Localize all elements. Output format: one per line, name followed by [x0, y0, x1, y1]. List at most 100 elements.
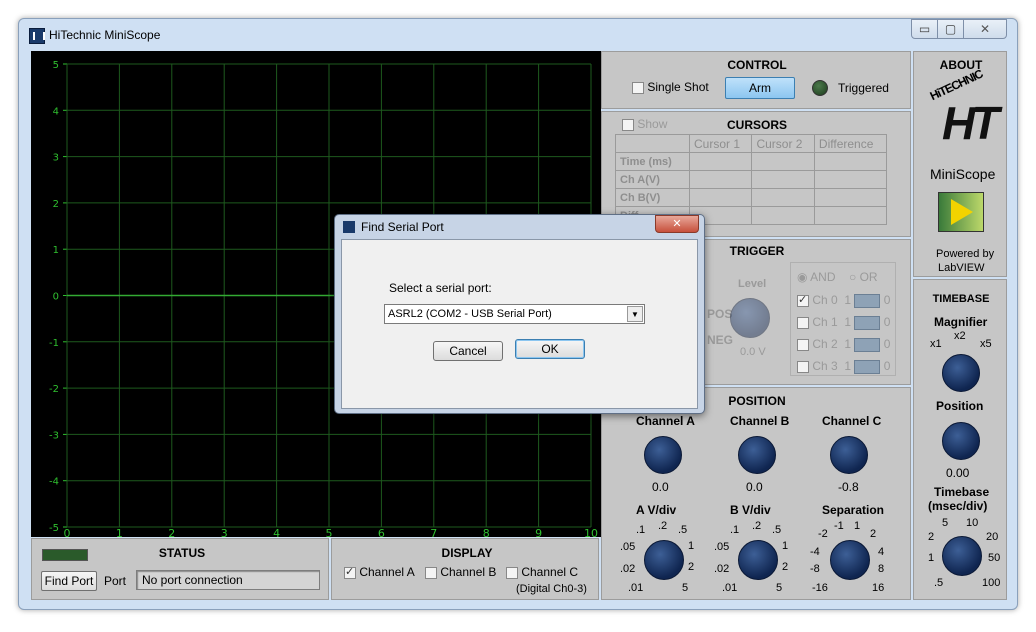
channel-a-position-knob[interactable]	[644, 436, 682, 474]
port-field: No port connection	[136, 570, 320, 590]
display-panel: DISPLAY Channel A Channel B Channel C (D…	[331, 538, 599, 600]
port-label: Port	[104, 574, 127, 588]
timebase-unit: (msec/div)	[928, 499, 988, 513]
level-label: Level	[738, 278, 767, 290]
and-option[interactable]: ◉ AND	[797, 270, 836, 284]
or-label: OR	[859, 270, 878, 284]
trigger-neg-label: NEG	[707, 333, 734, 347]
scale-label: .5	[772, 524, 782, 536]
channel-b-checkbox[interactable]	[425, 566, 437, 579]
channel-a-label: Channel A	[359, 565, 415, 579]
window-title: HiTechnic MiniScope	[49, 28, 161, 42]
x-tick-label: 8	[483, 527, 490, 537]
find-port-button[interactable]: Find Port	[41, 571, 97, 591]
dialog-body: Select a serial port: ASRL2 (COM2 - USB …	[341, 239, 698, 409]
control-title: CONTROL	[727, 58, 787, 72]
chevron-down-icon[interactable]: ▼	[627, 306, 643, 322]
channel-c-position-label: Channel C	[822, 414, 882, 428]
scale-label: 100	[982, 577, 1001, 589]
ch1-label: Ch 1	[812, 315, 838, 329]
triggered-label: Triggered	[838, 81, 889, 95]
single-shot-toggle[interactable]: Single Shot	[632, 80, 709, 94]
scale-label: 5	[682, 582, 689, 594]
a-vdiv-knob[interactable]	[644, 540, 684, 580]
ch2-row[interactable]: Ch 2 1 0	[797, 337, 890, 352]
position-panel: POSITION Channel A Channel B Channel C 0…	[601, 387, 911, 600]
cancel-button[interactable]: Cancel	[433, 341, 503, 361]
scale-label: 2	[688, 561, 695, 573]
scale-label: 10	[966, 517, 979, 529]
magnifier-x5: x5	[980, 338, 992, 350]
ch2-label: Ch 2	[812, 337, 838, 351]
ch3-label: Ch 3	[812, 359, 838, 373]
dialog-title: Find Serial Port	[361, 220, 444, 234]
separation-knob[interactable]	[830, 540, 870, 580]
dialog-app-icon	[343, 221, 355, 233]
channel-b-position-label: Channel B	[730, 414, 790, 428]
show-cursors-toggle[interactable]: Show	[622, 117, 667, 131]
x-tick-label: 7	[430, 527, 437, 537]
scale-label: .01	[722, 582, 738, 594]
magnifier-x2: x2	[954, 330, 966, 342]
or-option[interactable]: ○ OR	[849, 270, 878, 284]
timebase-position-label: Position	[936, 399, 984, 413]
cursors-table: Cursor 1 Cursor 2 Difference Time (ms) C…	[615, 134, 888, 225]
y-tick-label: 2	[53, 199, 59, 210]
channel-a-checkbox[interactable]	[344, 565, 356, 579]
maximize-button[interactable]: ▢	[937, 19, 964, 39]
channel-b-toggle[interactable]: Channel B	[425, 565, 496, 579]
x-tick-label: 6	[378, 527, 385, 537]
scale-label: .1	[730, 524, 740, 536]
ch0-row[interactable]: Ch 0 1 0	[797, 293, 890, 308]
single-shot-label: Single Shot	[647, 80, 709, 94]
magnifier-label: Magnifier	[934, 315, 988, 329]
channel-c-note: (Digital Ch0-3)	[516, 583, 587, 595]
channel-c-checkbox[interactable]	[506, 566, 518, 579]
timebase-position-value: 0.00	[946, 466, 970, 480]
y-tick-label: 4	[53, 106, 59, 117]
minimize-button[interactable]: ▭	[911, 19, 938, 39]
close-button[interactable]: ✕	[963, 19, 1007, 39]
level-knob[interactable]	[730, 298, 770, 338]
triggered-led	[812, 80, 828, 96]
scale-label: .1	[636, 524, 646, 536]
table-row: Time (ms)	[615, 152, 888, 171]
table-row: Ch B(V)	[615, 188, 888, 207]
scale-label: 50	[988, 552, 1001, 564]
labview-icon	[938, 192, 984, 232]
scale-label: -8	[810, 563, 820, 575]
ch3-row[interactable]: Ch 3 1 0	[797, 359, 890, 374]
channel-c-position-knob[interactable]	[830, 436, 868, 474]
channel-a-toggle[interactable]: Channel A	[344, 565, 415, 579]
ch1-row[interactable]: Ch 1 1 0	[797, 315, 890, 330]
a-vdiv-label: A V/div	[636, 503, 677, 517]
scale-label: 5	[942, 517, 949, 529]
status-led	[42, 549, 88, 561]
dialog-close-button[interactable]: ✕	[655, 215, 699, 233]
scale-label: .2	[752, 520, 762, 532]
timebase-knob[interactable]	[942, 536, 982, 576]
and-label: AND	[810, 270, 836, 284]
scale-label: 1	[782, 540, 789, 552]
scale-label: .5	[934, 577, 944, 589]
status-title: STATUS	[158, 546, 206, 560]
serial-port-select[interactable]: ASRL2 (COM2 - USB Serial Port) ▼	[384, 304, 645, 324]
y-tick-label: -3	[49, 430, 59, 441]
serial-port-selected: ASRL2 (COM2 - USB Serial Port)	[388, 308, 552, 320]
column-header: Cursor 2	[751, 134, 815, 153]
y-tick-label: 0	[53, 292, 59, 303]
channel-c-label: Channel C	[521, 565, 579, 579]
show-cursors-checkbox[interactable]	[622, 118, 634, 131]
b-vdiv-knob[interactable]	[738, 540, 778, 580]
channel-b-position-knob[interactable]	[738, 436, 776, 474]
ok-button[interactable]: OK	[515, 339, 585, 359]
scale-label: 2	[928, 531, 935, 543]
timebase-position-knob[interactable]	[942, 422, 980, 460]
about-panel: ABOUT HiTECHNIC HT MiniScope Powered by …	[913, 51, 1007, 277]
table-row: Ch A(V)	[615, 170, 888, 189]
arm-button[interactable]: Arm	[725, 77, 795, 99]
magnifier-knob[interactable]	[942, 354, 980, 392]
channel-c-toggle[interactable]: Channel C	[506, 565, 578, 579]
single-shot-checkbox[interactable]	[632, 81, 644, 94]
y-tick-label: -2	[49, 384, 59, 395]
